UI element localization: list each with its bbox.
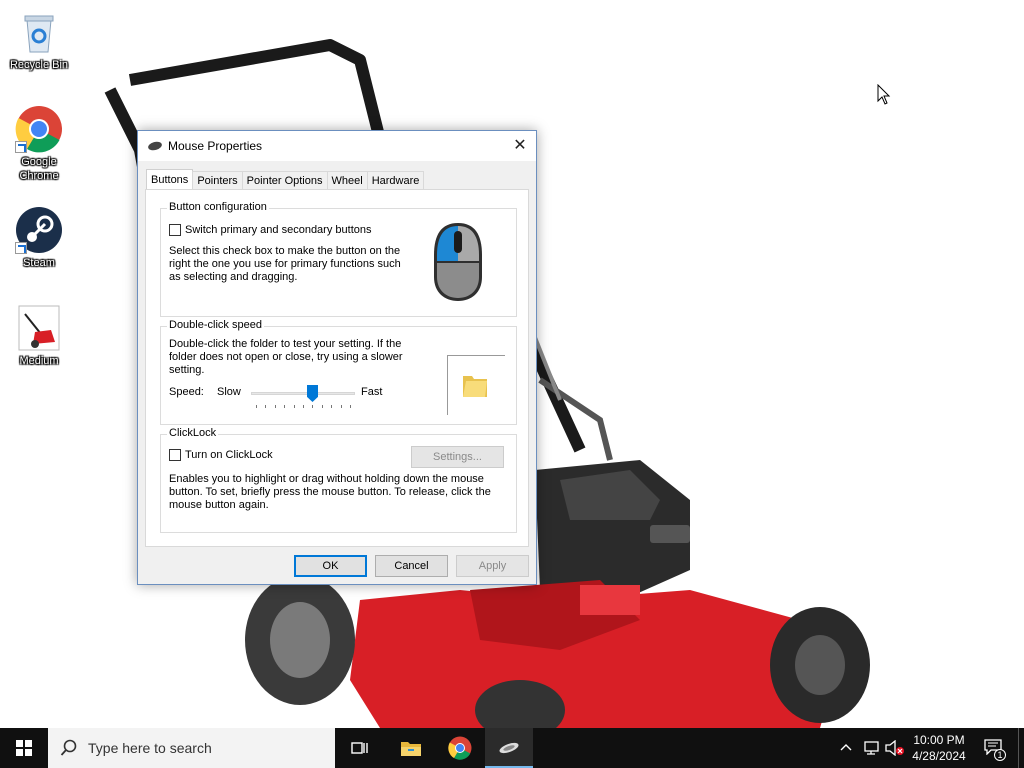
slider-tick: [275, 405, 276, 408]
slider-tick: [322, 405, 323, 408]
search-placeholder: Type here to search: [88, 740, 212, 756]
desktop-icon-medium[interactable]: Medium: [1, 304, 77, 368]
apply-button[interactable]: Apply: [456, 555, 529, 577]
tab-panel-buttons: Button configuration Switch primary and …: [145, 189, 529, 547]
clicklock-description: Enables you to highlight or drag without…: [169, 473, 491, 511]
dialog-titlebar[interactable]: Mouse Properties ✕: [138, 131, 536, 161]
slider-ticks: [256, 405, 351, 408]
tab-pointers[interactable]: Pointers: [192, 171, 243, 190]
desktop-icon-label: Google Chrome: [19, 156, 59, 182]
speed-label: Speed:: [169, 386, 204, 398]
mouse-cursor-icon: [877, 84, 891, 105]
tab-buttons[interactable]: Buttons: [146, 169, 194, 190]
slider-tick: [350, 405, 351, 408]
windows-logo-icon: [16, 740, 32, 756]
desktop-icon-label: Recycle Bin: [9, 59, 69, 71]
desktop-icon-label: Steam: [23, 257, 55, 269]
clicklock-group: ClickLock Turn on ClickLock Settings... …: [160, 427, 517, 533]
double-click-speed-slider[interactable]: [251, 385, 355, 409]
mouse-illustration-icon: [434, 223, 482, 301]
mouse-properties-dialog: Mouse Properties ✕ Buttons Pointers Poin…: [137, 130, 537, 585]
dialog-title: Mouse Properties: [168, 139, 263, 153]
search-icon: [60, 739, 77, 756]
clicklock-label: Turn on ClickLock: [185, 449, 273, 461]
slider-tick: [294, 405, 295, 408]
slider-tick: [341, 405, 342, 408]
chrome-icon: [15, 105, 63, 153]
mouse-app-icon: [147, 140, 163, 152]
desktop-icon-recycle-bin[interactable]: Recycle Bin: [1, 8, 77, 72]
ok-button[interactable]: OK: [294, 555, 367, 577]
slider-tick: [256, 405, 257, 408]
slow-label: Slow: [217, 386, 241, 398]
steam-icon: [15, 206, 63, 254]
tab-wheel[interactable]: Wheel: [326, 171, 368, 190]
tab-pointer-options[interactable]: Pointer Options: [241, 171, 328, 190]
fast-label: Fast: [361, 386, 383, 398]
switch-buttons-label: Switch primary and secondary buttons: [185, 224, 372, 236]
taskbar-search-box[interactable]: Type here to search: [48, 728, 335, 768]
taskbar-clock[interactable]: 10:00 PM 4/28/2024: [902, 732, 976, 764]
slider-tick: [303, 405, 304, 408]
slider-tick: [331, 405, 332, 408]
slider-thumb[interactable]: [307, 385, 318, 402]
shortcut-arrow-icon: [15, 242, 27, 254]
button-config-description: Select this check box to make the button…: [169, 245, 401, 283]
double-click-description: Double-click the folder to test your set…: [169, 338, 403, 376]
desktop-icon-label: Medium: [19, 355, 59, 367]
clock-date: 4/28/2024: [912, 749, 966, 763]
slider-tick: [265, 405, 266, 408]
task-view-button[interactable]: [336, 728, 384, 768]
tab-strip: Buttons Pointers Pointer Options Wheel H…: [146, 169, 425, 190]
desktop-icon-steam[interactable]: Steam: [1, 206, 77, 270]
start-button[interactable]: [0, 728, 48, 768]
folder-icon: [463, 376, 487, 397]
close-icon[interactable]: ✕: [504, 131, 536, 161]
image-file-icon: [15, 304, 63, 352]
switch-buttons-checkbox-row[interactable]: Switch primary and secondary buttons: [169, 224, 372, 237]
button-configuration-group: Button configuration Switch primary and …: [160, 201, 517, 317]
taskbar: Type here to search 10:00 PM 4/28/2024 1: [0, 728, 1024, 768]
chevron-up-icon[interactable]: [840, 742, 852, 752]
tab-hardware[interactable]: Hardware: [366, 171, 425, 190]
taskbar-file-explorer[interactable]: [387, 728, 435, 768]
group-legend: Button configuration: [167, 201, 269, 213]
clicklock-checkbox[interactable]: [169, 449, 181, 462]
taskbar-mouse-properties[interactable]: [485, 728, 533, 768]
slider-tick: [284, 405, 285, 408]
group-legend: ClickLock: [167, 427, 219, 439]
file-explorer-icon: [401, 742, 421, 756]
notification-badge: 1: [994, 749, 1006, 761]
cancel-button[interactable]: Cancel: [375, 555, 448, 577]
clock-time: 10:00 PM: [913, 733, 965, 747]
recycle-bin-icon: [15, 8, 63, 56]
action-center-button[interactable]: 1: [980, 728, 1012, 768]
task-view-icon: [351, 742, 368, 754]
group-legend: Double-click speed: [167, 319, 264, 331]
test-folder-area[interactable]: [447, 355, 505, 415]
switch-buttons-checkbox[interactable]: [169, 224, 181, 237]
desktop-icon-google-chrome[interactable]: Google Chrome: [1, 105, 77, 183]
shortcut-arrow-icon: [15, 141, 27, 153]
taskbar-chrome[interactable]: [436, 728, 484, 768]
slider-tick: [312, 405, 313, 408]
chrome-icon: [448, 736, 472, 760]
double-click-speed-group: Double-click speed Double-click the fold…: [160, 319, 517, 425]
network-icon[interactable]: [863, 740, 881, 756]
clicklock-settings-button[interactable]: Settings...: [411, 446, 504, 468]
show-desktop-button[interactable]: [1018, 728, 1024, 768]
clicklock-checkbox-row[interactable]: Turn on ClickLock: [169, 449, 273, 462]
slider-track: [251, 392, 355, 395]
mouse-app-icon: [499, 742, 519, 754]
